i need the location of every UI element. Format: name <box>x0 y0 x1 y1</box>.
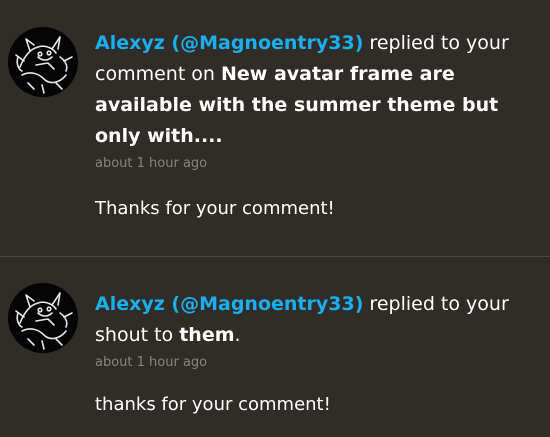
author-link[interactable]: Alexyz (@Magnoentry33) <box>95 293 363 315</box>
notification-headline: Alexyz (@Magnoentry33) replied to your s… <box>95 289 545 351</box>
avatar[interactable] <box>8 27 78 97</box>
cartoon-figure-icon <box>15 292 73 350</box>
avatar[interactable] <box>8 283 78 353</box>
target-link[interactable]: them <box>179 324 234 346</box>
timestamp: about 1 hour ago <box>95 355 208 370</box>
notification-item[interactable]: Alexyz (@Magnoentry33) replied to your s… <box>0 257 550 437</box>
notification-headline: Alexyz (@Magnoentry33) replied to your c… <box>95 28 545 152</box>
author-link[interactable]: Alexyz (@Magnoentry33) <box>95 32 363 54</box>
cartoon-figure-icon <box>15 36 73 94</box>
notification-body: Alexyz (@Magnoentry33) replied to your c… <box>95 28 545 221</box>
reply-message: Thanks for your comment! <box>95 198 335 219</box>
timestamp: about 1 hour ago <box>95 156 208 171</box>
notification-body: Alexyz (@Magnoentry33) replied to your s… <box>95 289 545 417</box>
reply-message: thanks for your comment! <box>95 394 331 415</box>
notification-item[interactable]: Alexyz (@Magnoentry33) replied to your c… <box>0 0 550 256</box>
suffix-text: . <box>234 324 241 346</box>
